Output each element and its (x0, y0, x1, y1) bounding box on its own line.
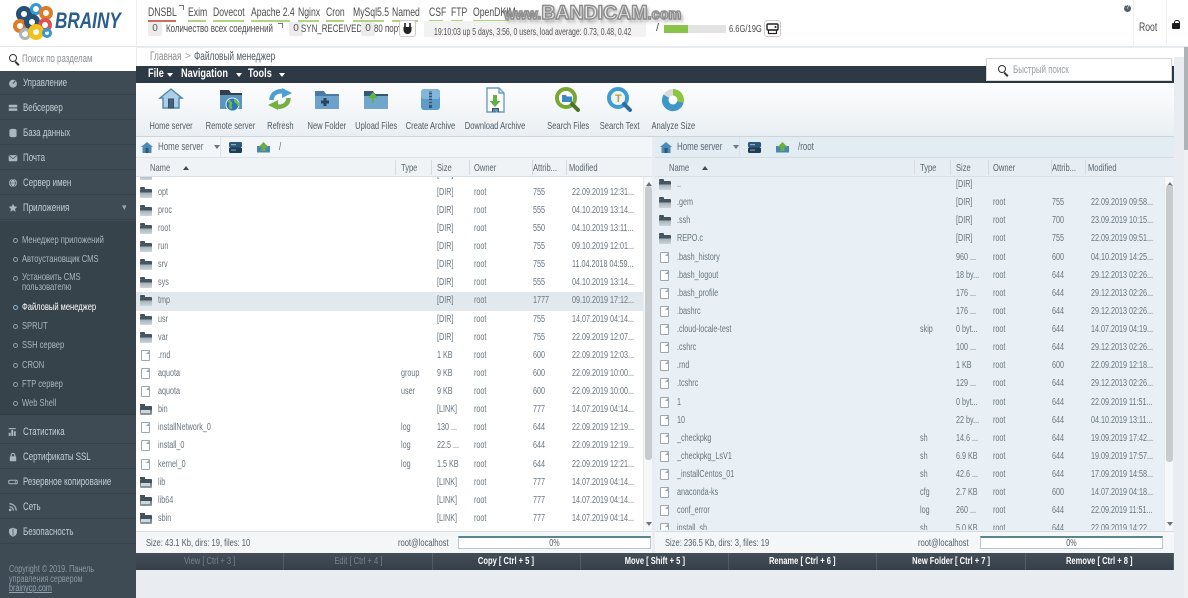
svg-text:T: T (615, 93, 622, 105)
svg-text:zip: zip (493, 108, 499, 113)
